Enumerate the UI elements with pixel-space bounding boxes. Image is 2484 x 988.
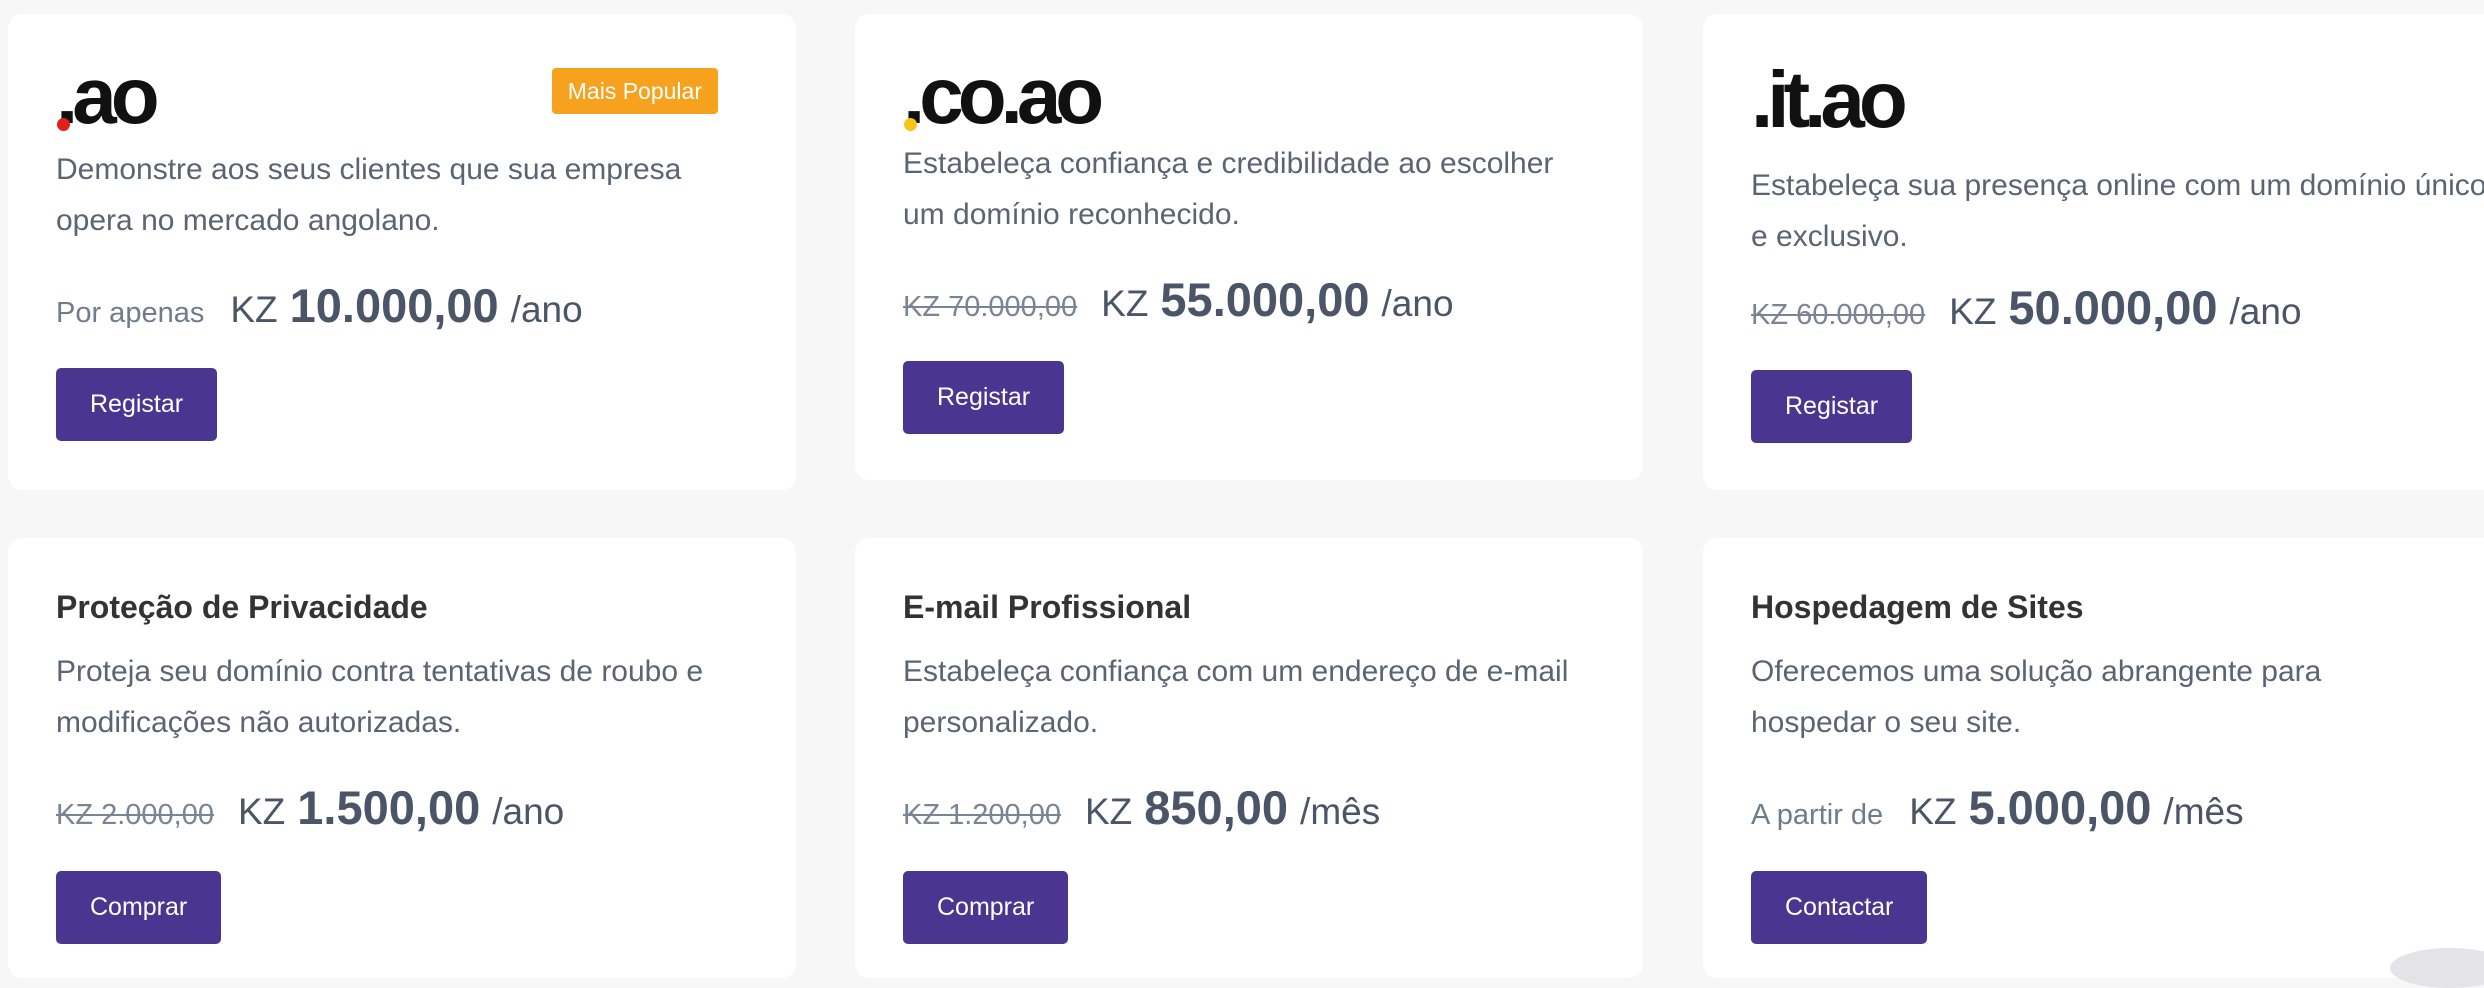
ao-logo: .ao [56,51,160,140]
buy-button[interactable]: Comprar [56,871,222,944]
price-period: /mês [1300,791,1381,832]
service-description: Proteja seu domínio contra tentativas de… [56,655,704,739]
service-title: Hospedagem de Sites [1751,589,2084,625]
chat-widget-edge[interactable] [2390,948,2484,988]
buy-button[interactable]: Comprar [903,871,1069,944]
currency: KZ [1909,791,1957,832]
domain-card-ao: .ao Mais Popular Demonstre aos seus clie… [8,14,796,490]
service-description: Oferecemos uma solução abrangente para h… [1751,655,2322,739]
logo-dot-icon [57,118,70,131]
price-prefix: A partir de [1751,799,1884,831]
register-button[interactable]: Registar [903,361,1065,434]
price-amount: 10.000,00 [289,279,499,332]
service-card-email: E-mail Profissional Estabeleça confiança… [855,538,1643,978]
contact-button[interactable]: Contactar [1751,871,1928,944]
old-price: KZ 1.200,00 [903,799,1061,831]
price-period: /mês [2163,791,2244,832]
popular-badge: Mais Popular [551,68,718,114]
price-amount: 850,00 [1144,781,1289,834]
currency: KZ [238,791,286,832]
service-card-hosting: Hospedagem de Sites Oferecemos uma soluç… [1703,538,2484,978]
old-price: KZ 2.000,00 [56,799,214,831]
it-ao-logo: .it.ao [1751,55,1908,144]
price-amount: 50.000,00 [2008,281,2218,334]
currency: KZ [1101,283,1149,324]
register-button[interactable]: Registar [1751,370,1913,443]
currency: KZ [1085,791,1133,832]
domain-card-it-ao: .it.ao Estabeleça sua presença online co… [1703,14,2484,490]
price-amount: 55.000,00 [1160,273,1370,326]
price-row: KZ 60.000,00 KZ 50.000,00 /ano [1751,280,2302,335]
currency: KZ [1949,291,1997,332]
price-row: Por apenas KZ 10.000,00 /ano [56,278,583,333]
co-ao-logo: .co.ao [903,51,1104,140]
price-period: /ano [492,791,565,832]
price-period: /ano [1381,283,1454,324]
old-price: KZ 70.000,00 [903,291,1078,323]
price-row: KZ 1.200,00 KZ 850,00 /mês [903,780,1380,835]
price-prefix: Por apenas [56,297,205,329]
price-period: /ano [2229,291,2302,332]
domain-description: Demonstre aos seus clientes que sua empr… [56,153,682,237]
service-card-privacy: Proteção de Privacidade Proteja seu domí… [8,538,796,978]
price-row: KZ 70.000,00 KZ 55.000,00 /ano [903,272,1454,327]
service-title: Proteção de Privacidade [56,589,428,625]
old-price: KZ 60.000,00 [1751,299,1926,331]
service-title: E-mail Profissional [903,589,1192,625]
domain-description: Estabeleça confiança e credibilidade ao … [903,147,1554,231]
price-period: /ano [510,289,583,330]
price-row: KZ 2.000,00 KZ 1.500,00 /ano [56,780,564,835]
domain-description: Estabeleça sua presença online com um do… [1751,169,2484,253]
service-description: Estabeleça confiança com um endereço de … [903,655,1569,739]
domain-card-co-ao: .co.ao Estabeleça confiança e credibilid… [855,14,1643,480]
price-row: A partir de KZ 5.000,00 /mês [1751,780,2244,835]
logo-dot-icon [904,118,917,131]
price-amount: 1.500,00 [297,781,481,834]
price-amount: 5.000,00 [1968,781,2152,834]
currency: KZ [230,289,278,330]
register-button[interactable]: Registar [56,368,218,441]
